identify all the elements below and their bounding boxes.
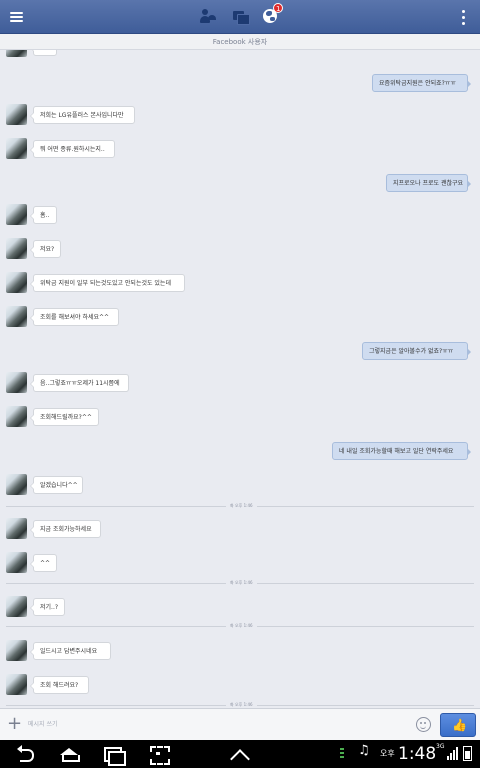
received-message-bubble: 흠..	[30, 206, 57, 224]
sent-message-bubble: 그렇지금은 알아볼수가 없죠?ㅠㅠ	[362, 342, 471, 360]
avatar[interactable]	[6, 138, 27, 159]
received-message-bubble: 조회해드릴까요?^^	[30, 408, 99, 426]
sent-message-bubble: 요즘위탁금지원은 안되죠?ㅠㅠ	[372, 74, 471, 92]
avatar[interactable]	[6, 50, 27, 57]
chat-thread[interactable]: 요즘위탁금지원은 안되죠?ㅠㅠ 저희는 LG유플러스 본사입니다만뭐 어떤 종류.…	[0, 50, 480, 708]
received-message-bubble: 일드시고 답변주시네요	[30, 642, 111, 660]
received-message-bubble: 조회를 해보셔야 하세요^^	[30, 308, 119, 326]
sent-message-bubble: 지프로오나 프로도 괜찮구요	[386, 174, 471, 192]
music-note-icon	[358, 743, 372, 762]
screenshot-icon[interactable]	[146, 744, 172, 765]
notification-badge: 1	[273, 3, 284, 13]
avatar[interactable]	[6, 272, 27, 293]
timestamp-label: 화 오후 1:46	[226, 700, 257, 708]
message-input[interactable]	[28, 714, 410, 734]
like-button[interactable]: 👍	[440, 713, 476, 737]
messages-icon[interactable]	[232, 8, 250, 26]
avatar[interactable]	[6, 640, 27, 661]
signal-strength-icon	[447, 746, 459, 760]
timestamp-divider: 화 오후 1:46	[6, 501, 474, 511]
timestamp-divider: 화 오후 1:46	[6, 700, 474, 708]
timestamp-label: 화 오후 1:46	[226, 621, 257, 631]
avatar[interactable]	[6, 104, 27, 125]
network-type: 3G	[436, 743, 445, 750]
timestamp-label: 화 오후 1:46	[226, 578, 257, 588]
received-message-bubble: 위탁금 지원이 일부 되는것도있고 안되는것도 있는데	[30, 274, 185, 292]
received-message-bubble: 저요?	[30, 240, 61, 258]
friend-requests-icon[interactable]	[200, 8, 218, 26]
chevron-up-icon[interactable]	[228, 744, 254, 764]
received-message-bubble: 지금 조회가능하세요	[30, 520, 101, 538]
avatar[interactable]	[6, 204, 27, 225]
avatar[interactable]	[6, 552, 27, 573]
avatar[interactable]	[6, 372, 27, 393]
timestamp-label: 화 오후 1:46	[226, 501, 257, 511]
timestamp-divider: 화 오후 1:46	[6, 578, 474, 588]
sent-message-bubble: 네 내일 조회가능할때 해보고 일단 연락주세요	[332, 442, 471, 460]
recent-apps-icon[interactable]	[100, 744, 126, 766]
received-message-bubble: 음..그렇죠ㅠㅠ오제가 11시쯤에	[30, 374, 129, 392]
attach-plus-icon[interactable]: +	[7, 715, 22, 733]
system-navigation-bar: 오후 1:48 3G	[0, 740, 480, 768]
avatar[interactable]	[6, 518, 27, 539]
conversation-title: Facebook 사용자	[0, 34, 480, 50]
avatar[interactable]	[6, 596, 27, 617]
back-icon[interactable]	[14, 744, 40, 764]
more-options-icon[interactable]	[455, 7, 471, 27]
received-message-bubble	[30, 50, 57, 56]
clock-time: 1:48	[398, 744, 437, 764]
composer: + 👍	[0, 708, 480, 740]
avatar[interactable]	[6, 306, 27, 327]
received-message-bubble: ^^	[30, 554, 57, 572]
clock-ampm: 오후	[380, 749, 395, 758]
menu-icon[interactable]	[6, 6, 28, 28]
battery-icon	[463, 746, 472, 761]
avatar[interactable]	[6, 474, 27, 495]
received-message-bubble: 뭐 어떤 종류.원하시는지..	[30, 140, 115, 158]
avatar[interactable]	[6, 674, 27, 695]
received-message-bubble: 저기..?	[30, 598, 65, 616]
top-bar: 1	[0, 0, 480, 34]
thumbs-up-icon: 👍	[452, 718, 467, 732]
home-icon[interactable]	[56, 744, 82, 764]
received-message-bubble: 알겠습니다^^	[30, 476, 83, 494]
emoji-icon[interactable]	[416, 717, 431, 732]
timestamp-divider: 화 오후 1:46	[6, 621, 474, 631]
avatar[interactable]	[6, 406, 27, 427]
avatar[interactable]	[6, 238, 27, 259]
notifications-icon[interactable]: 1	[262, 3, 284, 26]
received-message-bubble: 저희는 LG유플러스 본사입니다만	[30, 106, 135, 124]
received-message-bubble: 조회 해드려요?	[30, 676, 89, 694]
